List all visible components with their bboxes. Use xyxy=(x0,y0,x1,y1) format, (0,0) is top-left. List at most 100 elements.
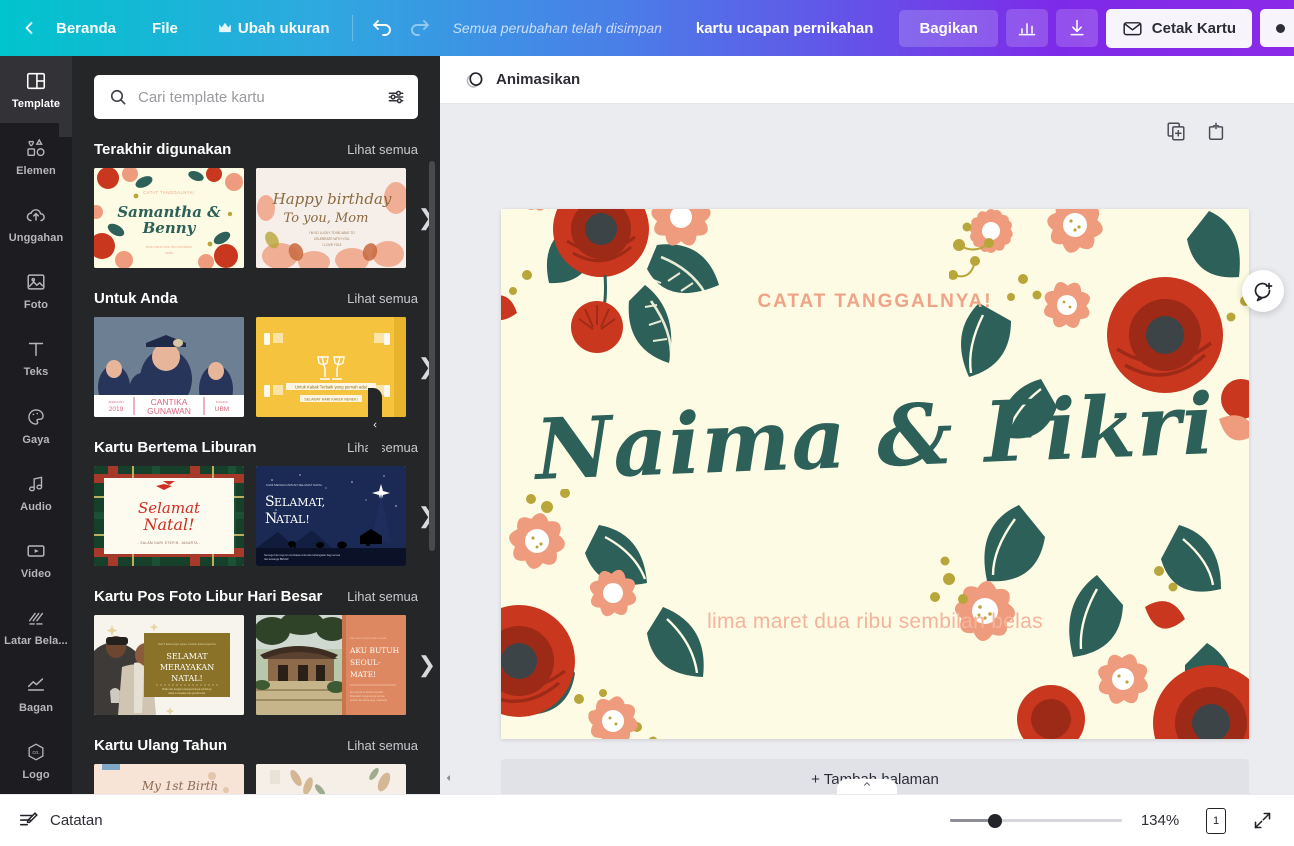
search-container xyxy=(72,56,440,119)
svg-text:SELAMAT HARI KAKEK NENEK!: SELAMAT HARI KAKEK NENEK! xyxy=(304,398,357,402)
svg-text:CELEBRATE WITH YOU.: CELEBRATE WITH YOU. xyxy=(314,237,350,241)
crown-icon xyxy=(219,22,231,33)
section-header: Kartu Pos Foto Libur Hari Besar Lihat se… xyxy=(94,588,418,605)
svg-text:ATAL!: ATAL! xyxy=(275,513,310,526)
carousel-next-button[interactable]: ❯ xyxy=(418,654,436,676)
see-all-link[interactable]: Lihat semua xyxy=(347,291,418,306)
redo-button[interactable] xyxy=(401,9,439,47)
shapes-icon xyxy=(24,136,48,160)
rail-item-template[interactable]: Template xyxy=(0,56,72,138)
template-card-happy-birthday-mom[interactable]: Happy birthday To you, Mom I'M SO LUCKY … xyxy=(256,168,406,268)
svg-text:SEOUL-: SEOUL- xyxy=(350,658,381,667)
rail-item-bagan[interactable]: Bagan xyxy=(0,660,72,727)
template-card-seoul-mate[interactable]: Aku kami butuh jalan sekali AKU BUTUH SE… xyxy=(256,615,406,715)
svg-text:2019: 2019 xyxy=(109,406,124,413)
template-card-nativity-night[interactable]: KAMI MENGUCAPKAN SELAMAT NATAL S ELAMAT,… xyxy=(256,466,406,566)
template-card-first-birthday[interactable]: My 1st Birth xyxy=(94,764,244,794)
page-count-value: 1 xyxy=(1212,814,1220,827)
section-header: Terakhir digunakan Lihat semua xyxy=(94,141,418,158)
see-all-link[interactable]: Lihat semua xyxy=(347,589,418,604)
rail-item-gaya[interactable]: Gaya xyxy=(0,391,72,458)
undo-icon xyxy=(372,20,391,36)
template-card-graduation[interactable]: ANGKATAN 2019 CANTIKA GUNAWAN DI FAKUL U… xyxy=(94,317,244,417)
thumb-art: My 1st Birth xyxy=(94,764,244,794)
template-card-plaid-natal[interactable]: Selamat Natal! - SALAM DARI STEFIN, JAKA… xyxy=(94,466,244,566)
template-card-pastel-birthday[interactable] xyxy=(256,764,406,794)
canva-editor-app: Beranda File Ubah ukuran Semua perubahan… xyxy=(0,0,1294,846)
card-date-text[interactable]: lima maret dua ribu sembilan belas xyxy=(651,609,1099,636)
template-card-yellow-toast[interactable]: Untuk Kakak Terbaik yang pernah ada! SEL… xyxy=(256,317,406,417)
file-label: File xyxy=(152,19,178,37)
layout-template-icon xyxy=(24,69,48,93)
thumb-art: KAMI MENGUCAPKAN SELAMAT NATAL S ELAMAT,… xyxy=(256,466,406,566)
panel-scrollbar[interactable] xyxy=(429,161,435,551)
home-label: Beranda xyxy=(56,19,117,37)
print-card-button[interactable]: Cetak Kartu xyxy=(1105,8,1252,48)
card-eyebrow-text[interactable]: CATAT TANGGALNYA! xyxy=(501,291,1249,313)
search-input[interactable] xyxy=(138,88,376,106)
page-tools xyxy=(493,120,1241,142)
back-button[interactable] xyxy=(14,13,44,43)
rail-label: Teks xyxy=(23,366,49,379)
rail-item-foto[interactable]: Foto xyxy=(0,257,72,324)
add-page-tool-button[interactable] xyxy=(1205,120,1227,142)
template-card-couple-natal[interactable]: Dari keluarga saya untuk keluargamu SELA… xyxy=(94,615,244,715)
thumb-art: Selamat Natal! - SALAM DARI STEFIN, JAKA… xyxy=(94,466,244,566)
rail-item-audio[interactable]: Audio xyxy=(0,459,72,526)
page-count-button[interactable]: 1 xyxy=(1198,803,1234,839)
sliders-icon[interactable] xyxy=(386,87,406,107)
svg-text:- SALAM DARI STEFIN, JAKARTA -: - SALAM DARI STEFIN, JAKARTA - xyxy=(137,541,200,545)
resize-button[interactable]: Ubah ukuran xyxy=(206,12,342,45)
zoom-knob[interactable] xyxy=(988,813,1002,828)
see-all-link[interactable]: Lihat semua xyxy=(347,142,418,157)
account-avatar-button[interactable] xyxy=(1260,9,1294,47)
template-section: Kartu Pos Foto Libur Hari Besar Lihat se… xyxy=(72,588,440,715)
rail-item-teks[interactable]: Teks xyxy=(0,324,72,391)
see-all-link[interactable]: Lihat semua xyxy=(347,738,418,753)
document-title[interactable]: kartu ucapan pernikahan xyxy=(696,20,874,37)
card-names-text[interactable]: Naima & Fikri xyxy=(501,373,1249,501)
thumb-art: CATAT TANGGALNYA! Samantha & Benny lima … xyxy=(94,168,244,268)
animate-button[interactable]: Animasikan xyxy=(458,64,586,96)
editor-main: Animasikan CATAT TANGGALNYA! Naima & Fik… xyxy=(440,56,1294,794)
rail-item-logo[interactable]: co. Logo xyxy=(0,727,72,794)
panel-collapse-button[interactable] xyxy=(368,388,382,462)
rail-label: Unggahan xyxy=(8,232,64,245)
section-title: Untuk Anda xyxy=(94,290,178,307)
zoom-slider[interactable] xyxy=(950,811,1122,831)
svg-text:Dari keluarga saya untuk kelua: Dari keluarga saya untuk keluargamu xyxy=(157,642,216,646)
collapse-left-button[interactable] xyxy=(444,771,453,788)
svg-text:CATAT TANGGALNYA!: CATAT TANGGALNYA! xyxy=(143,190,194,195)
stats-button[interactable] xyxy=(1005,9,1048,47)
share-button[interactable]: Bagikan xyxy=(899,9,998,47)
search-box[interactable] xyxy=(94,75,418,119)
svg-text:I'M SO LUCKY TO BE ABLE TO: I'M SO LUCKY TO BE ABLE TO xyxy=(309,231,355,235)
template-card-samantha-benny[interactable]: CATAT TANGGALNYA! Samantha & Benny lima … xyxy=(94,168,244,268)
fullscreen-button[interactable] xyxy=(1244,803,1280,839)
canvas-area[interactable]: CATAT TANGGALNYA! Naima & Fikri lima mar… xyxy=(440,104,1294,794)
rail-item-latar-belakang[interactable]: Latar Bela... xyxy=(0,593,72,660)
home-button[interactable]: Beranda xyxy=(44,12,128,45)
rail-label: Audio xyxy=(20,500,52,513)
rail-label: Latar Bela... xyxy=(4,634,68,647)
rail-item-elemen[interactable]: Elemen xyxy=(0,123,72,190)
timeline-expand-button[interactable] xyxy=(837,779,897,794)
animate-toolbar: Animasikan xyxy=(440,56,1294,104)
see-all-link[interactable]: Lihat semua xyxy=(347,440,418,455)
left-rail: Template Elemen Unggahan Foto Teks Gaya … xyxy=(0,56,72,794)
file-menu-button[interactable]: File xyxy=(140,12,190,45)
template-scroll-region[interactable]: Terakhir digunakan Lihat semua CATAT TAN… xyxy=(72,119,440,794)
design-canvas[interactable]: CATAT TANGGALNYA! Naima & Fikri lima mar… xyxy=(501,209,1249,739)
palette-icon xyxy=(24,405,48,429)
expand-arrows-icon xyxy=(1254,812,1270,829)
rail-item-unggahan[interactable]: Unggahan xyxy=(0,190,72,257)
add-comment-button[interactable] xyxy=(1242,270,1284,312)
undo-button[interactable] xyxy=(363,9,401,47)
rail-label: Template xyxy=(11,98,61,111)
notes-button[interactable]: Catatan xyxy=(18,810,103,832)
search-icon xyxy=(110,89,126,105)
svg-text:Aku kedua ke dunia tersendiri.: Aku kedua ke dunia tersendiri. xyxy=(350,691,384,694)
duplicate-page-button[interactable] xyxy=(1165,120,1187,142)
rail-item-video[interactable]: Video xyxy=(0,526,72,593)
download-button[interactable] xyxy=(1055,9,1098,47)
